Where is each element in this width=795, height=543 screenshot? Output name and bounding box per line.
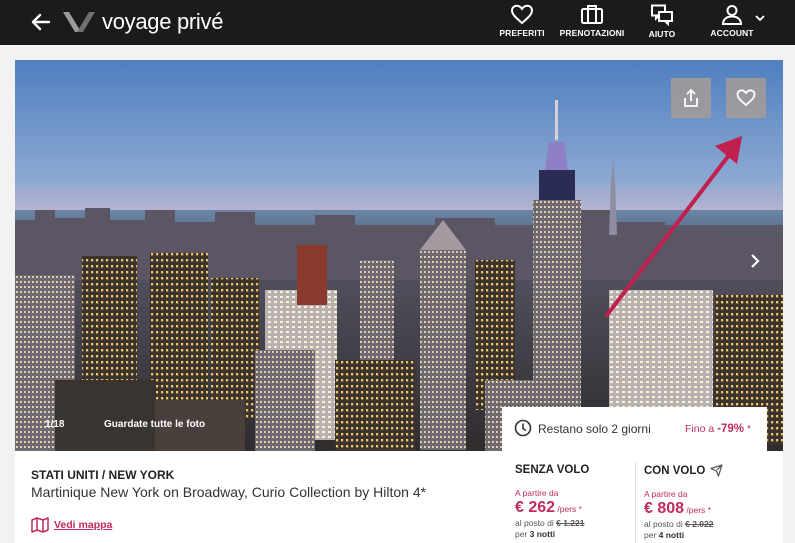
original-price-value: € 2.022: [685, 519, 714, 529]
original-price-value: € 1.221: [556, 518, 585, 528]
suitcase-icon: [581, 5, 603, 24]
price-heading: CON VOLO: [644, 464, 764, 477]
chevron-right-icon[interactable]: [747, 253, 763, 269]
price-heading-text: CON VOLO: [644, 464, 706, 477]
view-map-link[interactable]: Vedi mappa: [31, 517, 112, 533]
view-map-label: Vedi mappa: [54, 519, 113, 531]
chat-icon: [651, 4, 673, 26]
price-heading-text: SENZA VOLO: [515, 464, 590, 476]
discount-label: Fino a -79% *: [685, 423, 751, 435]
user-icon: [721, 5, 743, 25]
nights-count: per 4 notti: [644, 530, 764, 540]
top-header: voyage privé PREFERITI PRENOTAZIONI AIUT…: [0, 0, 795, 45]
photo-counter: 1/18: [45, 419, 65, 430]
map-icon: [31, 517, 49, 533]
destination-label: STATI UNITI / NEW YORK: [31, 468, 175, 482]
nights-prefix: per: [644, 530, 659, 540]
airplane-icon: [710, 464, 723, 477]
discount-prefix: Fino a: [685, 423, 718, 435]
original-price: al posto di € 1.221: [515, 518, 635, 528]
price-from: A partire da: [644, 489, 688, 499]
original-price-prefix: al posto di: [515, 518, 557, 528]
heart-icon: [736, 89, 756, 107]
heart-icon: [510, 4, 534, 25]
clock-icon: [514, 419, 532, 437]
logo-mark-icon: [63, 12, 95, 32]
price-from: A partire da: [515, 488, 559, 498]
price-with-flight[interactable]: CON VOLO A partire da € 808 /pers * al p…: [644, 464, 764, 540]
countdown-text: Restano solo 2 giorni: [538, 422, 651, 436]
nights-count: per 3 notti: [515, 529, 635, 539]
back-arrow-icon[interactable]: [30, 11, 52, 33]
original-price-prefix: al posto di: [644, 519, 686, 529]
brand-logo[interactable]: voyage privé: [62, 9, 223, 35]
nights-prefix: per: [515, 529, 530, 539]
brand-name: voyage privé: [102, 9, 224, 34]
chevron-down-icon[interactable]: [754, 12, 766, 24]
price-unit: /pers *: [684, 505, 711, 515]
new-york-skyline-photo: [15, 60, 783, 451]
price-unit: /pers *: [555, 504, 582, 514]
hotel-name[interactable]: Martinique New York on Broadway, Curio C…: [31, 484, 426, 500]
favorite-button[interactable]: [726, 78, 766, 118]
nav-aiuto-label: AIUTO: [648, 29, 676, 39]
price-without-flight[interactable]: SENZA VOLO A partire da € 262 /pers * al…: [515, 464, 635, 539]
price-amount: € 808: [644, 500, 685, 517]
price-divider: [635, 462, 636, 543]
nav-preferiti-label: PREFERITI: [499, 28, 545, 38]
all-photos-link[interactable]: Guardate tutte le foto: [104, 419, 205, 430]
hero-photo[interactable]: 1/18 Guardate tutte le foto Restano solo…: [15, 60, 783, 451]
share-button[interactable]: [671, 78, 711, 118]
discount-value: -79%: [717, 423, 744, 435]
price-amount: € 262: [515, 499, 556, 516]
nav-account-label: ACCOUNT: [710, 28, 754, 38]
nav-aiuto[interactable]: AIUTO: [627, 4, 697, 39]
share-icon: [684, 88, 698, 107]
nav-preferiti[interactable]: PREFERITI: [487, 4, 557, 38]
original-price: al posto di € 2.022: [644, 519, 764, 529]
nights-value: 4 notti: [658, 530, 685, 540]
price-heading: SENZA VOLO: [515, 464, 635, 476]
discount-suffix: *: [743, 423, 751, 435]
countdown-badge: Restano solo 2 giorni Fino a -79% *: [502, 407, 767, 451]
offer-card: 1/18 Guardate tutte le foto Restano solo…: [15, 60, 783, 543]
price-value: € 262 /pers *: [515, 499, 635, 517]
nights-value: 3 notti: [529, 529, 556, 539]
nav-prenotazioni[interactable]: PRENOTAZIONI: [557, 4, 627, 38]
price-value: € 808 /pers *: [644, 500, 764, 518]
nav-prenotazioni-label: PRENOTAZIONI: [559, 28, 625, 38]
